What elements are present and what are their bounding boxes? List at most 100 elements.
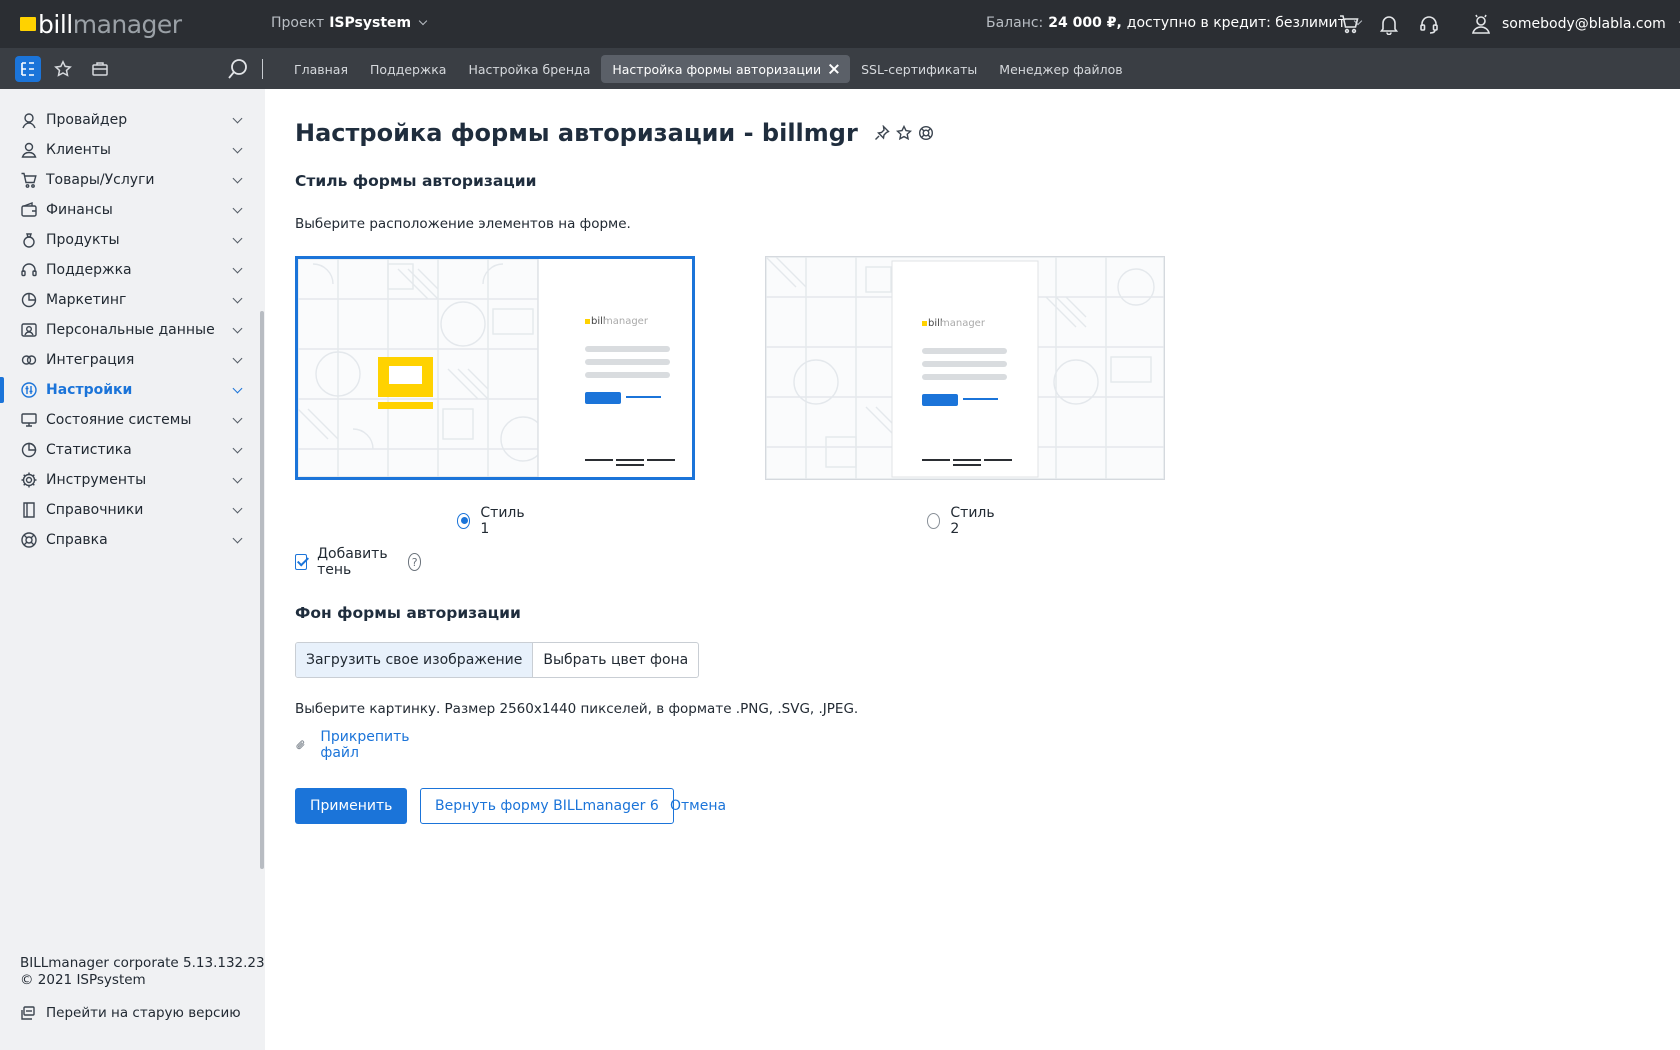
dashboard-button[interactable]: [87, 56, 113, 82]
style-2-label: Стиль 2: [950, 505, 995, 537]
sidebar-item-9[interactable]: Настройки: [0, 375, 260, 405]
chevron-down-icon[interactable]: [232, 353, 243, 364]
cart-icon: [20, 171, 38, 189]
star-icon[interactable]: [895, 125, 912, 141]
chevron-down-icon[interactable]: [232, 473, 243, 484]
balance-value: 24 000 ₽,: [1048, 15, 1122, 31]
favorites-button[interactable]: [50, 56, 76, 82]
page-title-text: Настройка формы авторизации - billmgr: [295, 119, 858, 147]
sidebar-item-4[interactable]: Продукты: [0, 225, 260, 255]
style-2-preview[interactable]: bill manager: [765, 256, 1165, 480]
monitor-icon: [20, 411, 38, 429]
style-2-illustration: bill manager: [766, 257, 1164, 479]
tab-0[interactable]: Главная: [283, 55, 359, 83]
attach-file-label: Прикрепить файл: [320, 729, 410, 761]
chevron-down-icon[interactable]: [232, 203, 243, 214]
chevron-down-icon[interactable]: [232, 323, 243, 334]
sidebar-item-14[interactable]: Справка: [0, 525, 260, 555]
chevron-down-icon[interactable]: [232, 533, 243, 544]
products-icon: [20, 231, 38, 249]
sidebar-item-label: Клиенты: [46, 142, 111, 158]
tab-bar: Главная Поддержка Настройка бренда Настройк…: [0, 48, 1680, 89]
sidebar-item-label: Товары/Услуги: [46, 172, 155, 188]
help-icon[interactable]: ?: [407, 553, 422, 571]
chevron-down-icon[interactable]: [232, 293, 243, 304]
old-version-link[interactable]: Перейти на старую версию: [20, 1005, 241, 1021]
sidebar-item-3[interactable]: Финансы: [0, 195, 260, 225]
preview-logo-manager: manager: [603, 316, 649, 327]
user-menu[interactable]: somebody@blabla.com: [1470, 13, 1680, 35]
provider-icon: [20, 111, 38, 129]
reset-form-button[interactable]: Вернуть форму BILLmanager 6: [420, 788, 674, 824]
tab-label: SSL-сертификаты: [861, 61, 978, 77]
integration-icon: [20, 351, 38, 369]
sidebar-item-label: Состояние системы: [46, 412, 192, 428]
style-1-radio[interactable]: Стиль 1: [457, 505, 527, 537]
menu-tree-button[interactable]: [15, 56, 41, 82]
cancel-button[interactable]: Отмена: [670, 788, 726, 824]
sidebar-item-label: Справочники: [46, 502, 144, 518]
sidebar-item-0[interactable]: Провайдер: [0, 105, 260, 135]
user-icon: [1471, 14, 1491, 34]
shadow-checkbox[interactable]: [295, 554, 308, 570]
tab-3[interactable]: Настройка формы авторизации: [601, 55, 851, 83]
close-icon[interactable]: [829, 64, 839, 74]
chevron-down-icon[interactable]: [232, 173, 243, 184]
style-1-preview[interactable]: bill manager: [295, 256, 695, 480]
star-icon: [54, 60, 72, 77]
style-2-radio[interactable]: Стиль 2: [927, 505, 997, 537]
chevron-down-icon[interactable]: [232, 413, 243, 424]
apply-button[interactable]: Применить: [295, 788, 408, 824]
style-1-radio-button[interactable]: [457, 513, 471, 529]
tab-5[interactable]: Менеджер файлов: [988, 55, 1133, 83]
tabs: Главная Поддержка Настройка бренда Настройк…: [283, 55, 1134, 83]
logo-text-bill: bill: [38, 9, 73, 39]
chevron-down-icon[interactable]: [232, 143, 243, 154]
project-name: ISPsystem: [329, 15, 412, 31]
style-heading: Стиль формы авторизации: [295, 172, 537, 190]
tab-2[interactable]: Настройка бренда: [457, 55, 601, 83]
sidebar-item-11[interactable]: Статистика: [0, 435, 260, 465]
chevron-down-icon[interactable]: [232, 443, 243, 454]
user-data-icon: [20, 321, 38, 339]
bell-icon[interactable]: [1378, 13, 1400, 36]
headset-icon[interactable]: [1418, 13, 1440, 35]
sidebar-item-13[interactable]: Справочники: [0, 495, 260, 525]
sidebar-item-5[interactable]: Поддержка: [0, 255, 260, 285]
sidebar-scrollbar[interactable]: [260, 311, 264, 869]
cart-icon[interactable]: [1338, 13, 1360, 35]
copyright-line: © 2021 ISPsystem: [20, 972, 146, 988]
chevron-down-icon[interactable]: [232, 503, 243, 514]
sidebar-item-1[interactable]: Клиенты: [0, 135, 260, 165]
sidebar-item-10[interactable]: Состояние системы: [0, 405, 260, 435]
attach-file-link[interactable]: Прикрепить файл: [295, 729, 414, 761]
pin-icon[interactable]: [874, 125, 890, 141]
headset-icon: [20, 261, 38, 279]
tab-4[interactable]: SSL-сертификаты: [850, 55, 988, 83]
project-selector[interactable]: Проект ISPsystem: [271, 15, 428, 31]
sidebar-item-2[interactable]: Товары/Услуги: [0, 165, 260, 195]
style-2-radio-button[interactable]: [927, 513, 941, 529]
pick-color-option[interactable]: Выбрать цвет фона: [533, 643, 698, 677]
briefcase-icon: [92, 62, 108, 76]
chevron-down-icon[interactable]: [232, 113, 243, 124]
page-title: Настройка формы авторизации - billmgr: [295, 119, 934, 147]
chevron-down-icon[interactable]: [232, 233, 243, 244]
shadow-option[interactable]: Добавить тень ?: [295, 546, 422, 578]
tab-label: Настройка формы авторизации: [612, 61, 822, 77]
chevron-down-icon[interactable]: [232, 263, 243, 274]
chevron-down-icon[interactable]: [232, 383, 243, 394]
upload-image-option[interactable]: Загрузить свое изображение: [296, 643, 534, 677]
sidebar-menu: Провайдер Клиенты Товары/Услуги Финансы Прод…: [0, 105, 260, 555]
lifebuoy-icon[interactable]: [918, 125, 934, 141]
sidebar-item-label: Настройки: [46, 382, 133, 398]
search-icon[interactable]: [226, 57, 250, 81]
app-logo[interactable]: bill manager: [20, 9, 182, 39]
sidebar-item-6[interactable]: Маркетинг: [0, 285, 260, 315]
sidebar-item-12[interactable]: Инструменты: [0, 465, 260, 495]
tab-label: Главная: [294, 61, 348, 77]
sidebar-item-8[interactable]: Интеграция: [0, 345, 260, 375]
sidebar-item-7[interactable]: Персональные данные: [0, 315, 260, 345]
tab-1[interactable]: Поддержка: [359, 55, 457, 83]
balance-selector[interactable]: Баланс: 24 000 ₽, доступно в кредит: без…: [986, 15, 1363, 31]
